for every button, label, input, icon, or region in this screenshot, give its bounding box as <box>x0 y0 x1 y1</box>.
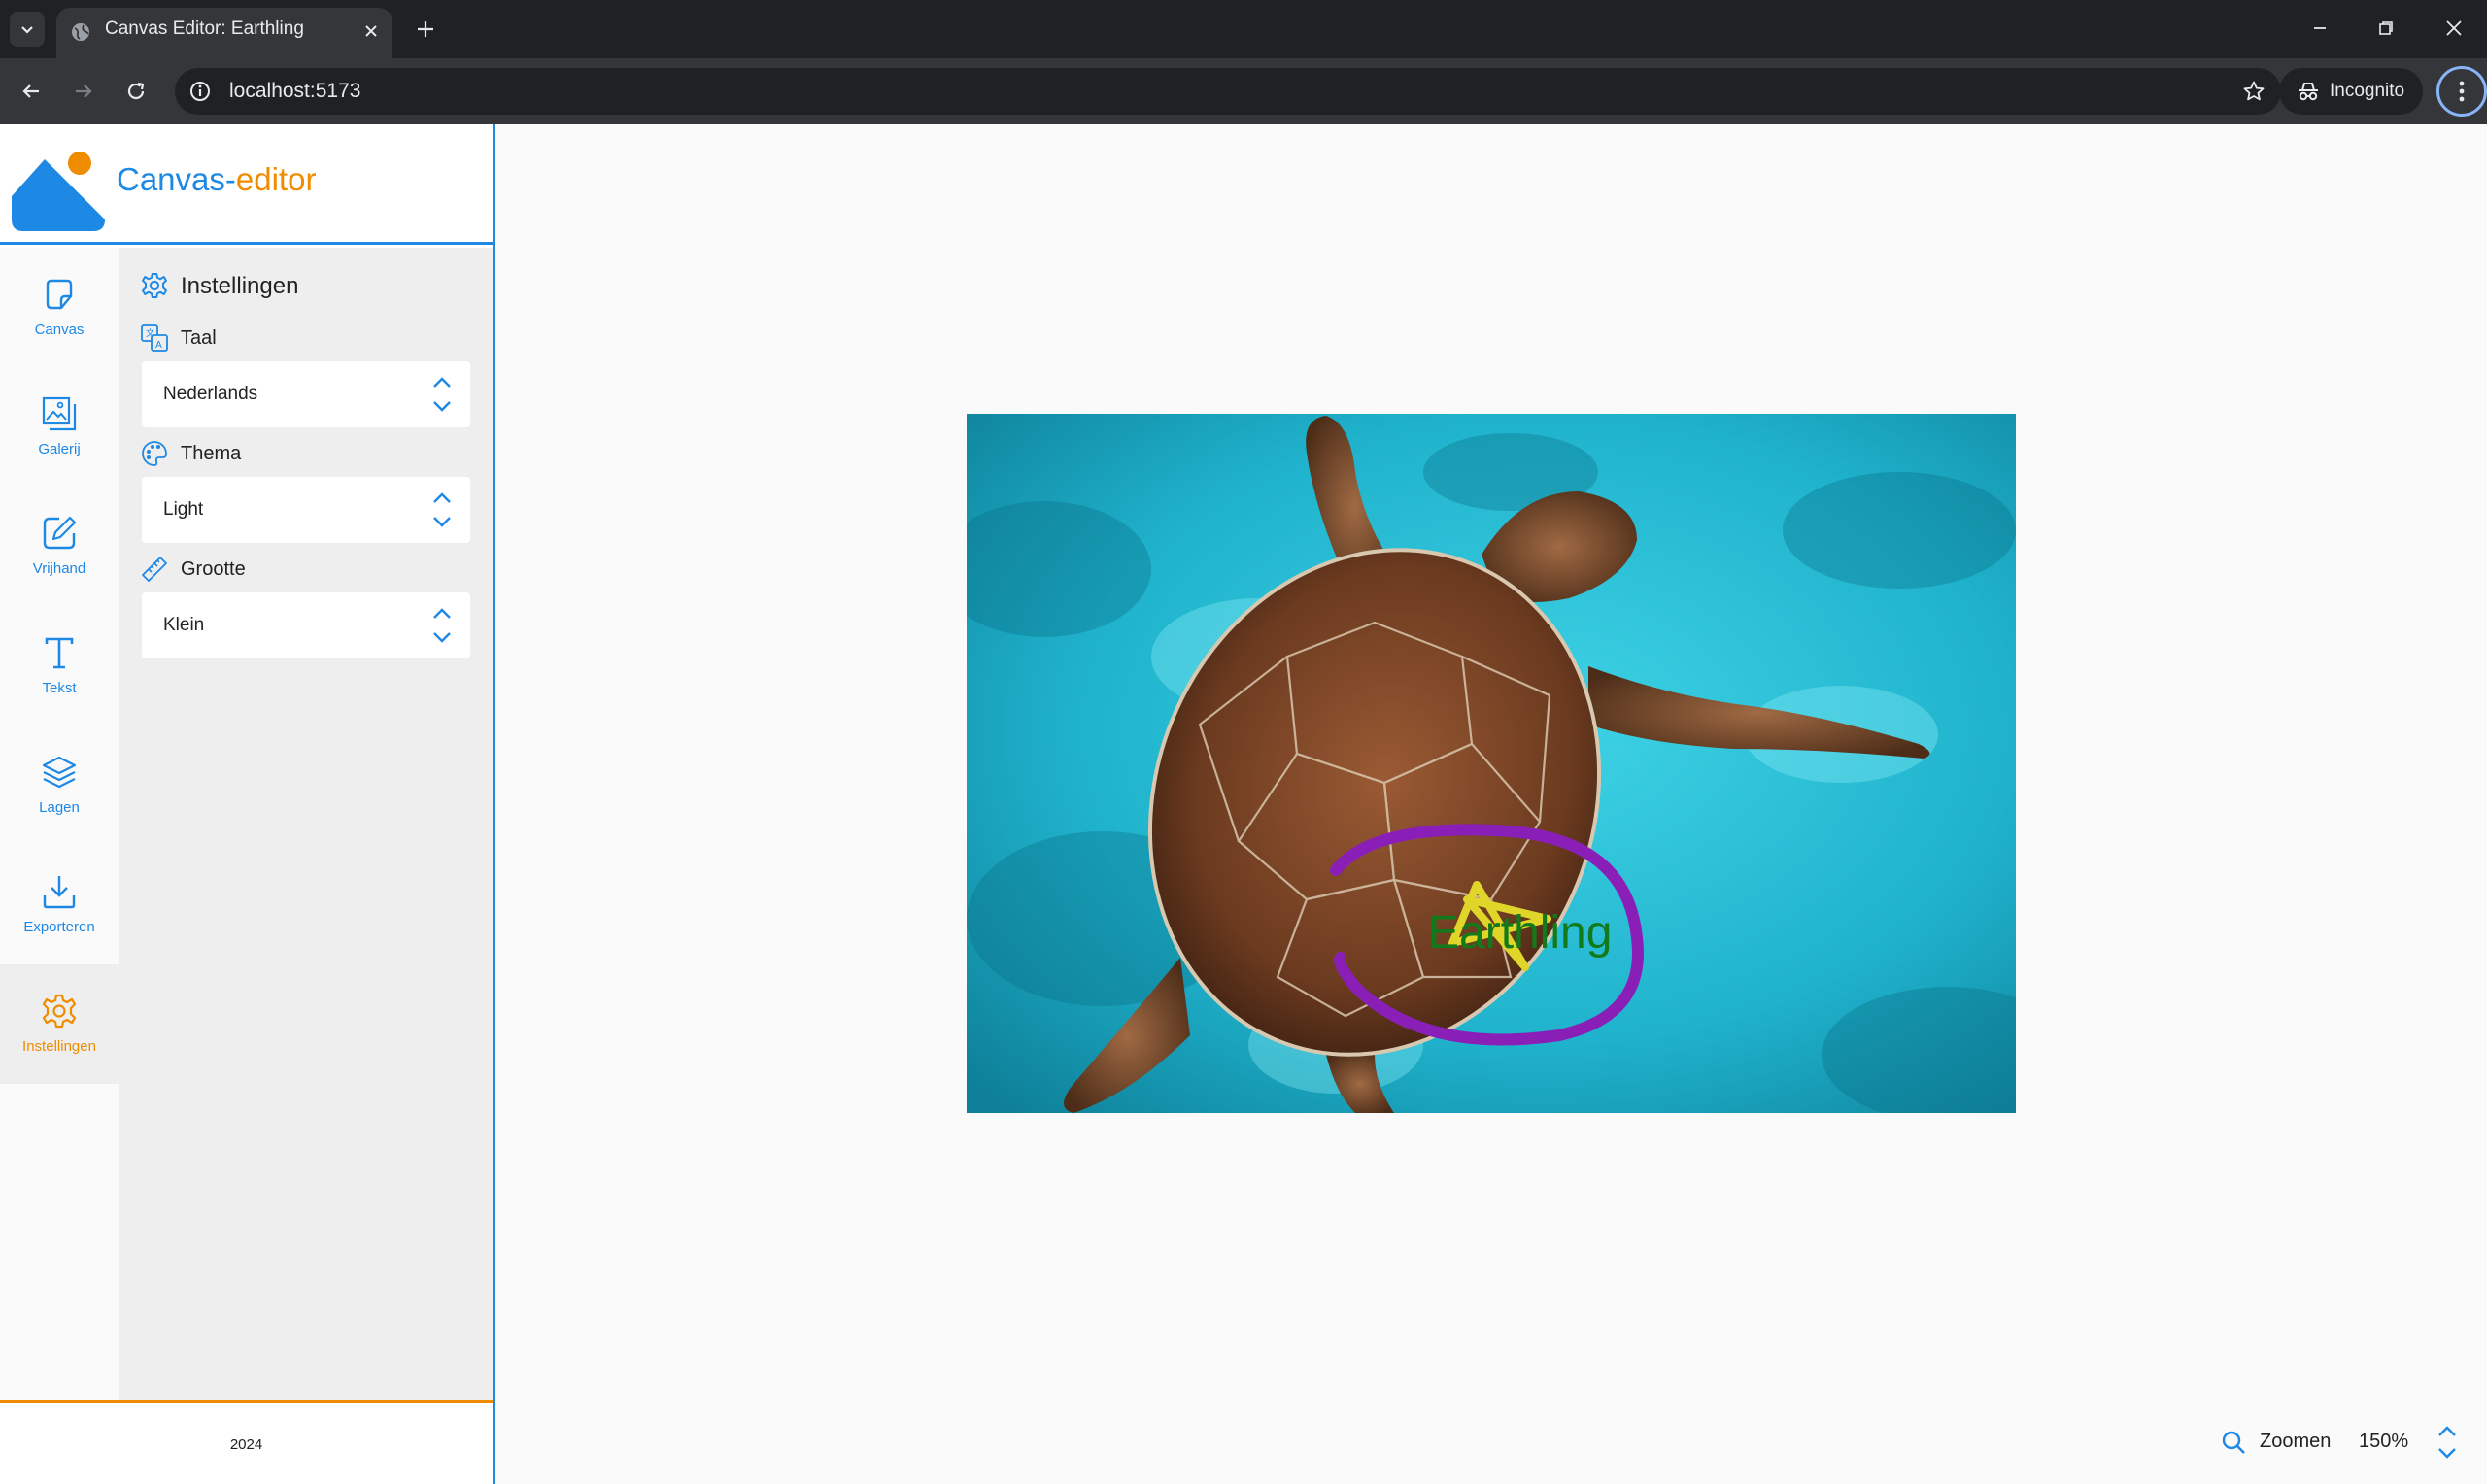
back-button[interactable] <box>14 74 49 109</box>
browser-tabstrip: Canvas Editor: Earthling <box>0 0 2487 58</box>
canvas-overlay-text: Earthling <box>1428 907 1612 959</box>
nav-item-freehand[interactable]: Vrijhand <box>0 487 119 606</box>
arrow-right-icon <box>76 84 92 98</box>
language-select[interactable]: Nederlands <box>142 361 470 427</box>
ruler-icon <box>142 556 167 582</box>
plus-icon <box>418 21 433 37</box>
unfold-icon <box>433 608 451 643</box>
chevron-down-icon <box>21 26 33 34</box>
more-vert-icon <box>2459 81 2465 102</box>
browser-tab[interactable]: Canvas Editor: Earthling <box>56 8 392 58</box>
nav-label: Exporteren <box>23 919 95 935</box>
svg-text:文: 文 <box>146 327 154 339</box>
new-tab-button[interactable] <box>408 12 443 47</box>
nav-item-settings[interactable]: Instellingen <box>0 964 119 1084</box>
nav-item-gallery[interactable]: Galerij <box>0 367 119 487</box>
zoom-label: Zoomen <box>2260 1431 2332 1452</box>
nav-label: Vrijhand <box>32 560 86 577</box>
browser-menu-button[interactable] <box>2436 66 2487 117</box>
nav-item-export[interactable]: Exporteren <box>0 845 119 964</box>
search-icon <box>2222 1431 2245 1454</box>
size-label-text: Grootte <box>181 558 246 580</box>
reload-icon <box>127 82 145 100</box>
incognito-indicator[interactable]: Incognito <box>2279 68 2423 115</box>
tab-search-button[interactable] <box>10 12 45 47</box>
unfold-icon <box>433 377 451 412</box>
bookmark-star-icon[interactable] <box>2242 80 2266 103</box>
gallery-icon <box>42 396 77 431</box>
nav-label: Instellingen <box>22 1038 96 1055</box>
footer-year: 2024 <box>229 1436 263 1453</box>
canvas-artwork[interactable]: Earthling <box>967 414 2016 1113</box>
canvas-drawing: Earthling <box>967 414 2016 1113</box>
logo-separator: - <box>224 161 236 197</box>
globe-icon <box>72 23 89 41</box>
unfold-icon <box>433 492 451 527</box>
settings-icon <box>142 273 167 298</box>
nav-label: Lagen <box>39 799 80 816</box>
nav-item-layers[interactable]: Lagen <box>0 725 119 845</box>
unfold-icon[interactable] <box>2436 1424 2458 1461</box>
size-select[interactable]: Klein <box>142 592 470 658</box>
minimize-button[interactable] <box>2293 6 2347 51</box>
logo-word-canvas: Canvas <box>117 161 225 197</box>
sidebar-footer: 2024 <box>0 1400 493 1484</box>
svg-text:A: A <box>155 340 162 351</box>
nav-rail: Canvas Galerij Vrijhand Tekst Lagen Expo… <box>0 248 119 1400</box>
canvas-icon <box>46 279 73 310</box>
settings-icon <box>42 994 77 1029</box>
close-icon <box>2446 20 2462 36</box>
theme-label-text: Thema <box>181 443 242 464</box>
settings-panel: Instellingen 文A Taal Nederlands Thema Li… <box>119 248 493 1400</box>
export-icon <box>43 876 76 909</box>
logo-mark-icon <box>12 138 105 231</box>
reload-button[interactable] <box>119 74 153 109</box>
nav-item-text[interactable]: Tekst <box>0 606 119 725</box>
translate-icon: 文A <box>141 324 168 352</box>
url-text: localhost:5173 <box>229 80 361 102</box>
close-window-button[interactable] <box>2427 6 2481 51</box>
minimize-icon <box>2314 27 2326 29</box>
tab-title: Canvas Editor: Earthling <box>105 18 304 39</box>
palette-icon <box>142 441 167 466</box>
restore-icon <box>2379 21 2393 35</box>
theme-select[interactable]: Light <box>142 477 470 543</box>
close-icon <box>365 25 377 37</box>
size-value: Klein <box>163 615 205 635</box>
forward-button[interactable] <box>66 74 101 109</box>
nav-label: Tekst <box>42 680 77 696</box>
nav-label: Galerij <box>38 441 81 457</box>
theme-value: Light <box>163 499 204 520</box>
settings-title: Instellingen <box>181 273 299 299</box>
nav-label: Canvas <box>34 321 85 338</box>
freehand-icon <box>43 516 77 550</box>
incognito-icon <box>2299 83 2318 101</box>
browser-toolbar: localhost:5173 Incognito <box>0 58 2487 124</box>
logo-text: Canvas-editor <box>117 161 316 198</box>
logo: Canvas-editor <box>0 124 493 245</box>
nav-item-canvas[interactable]: Canvas <box>0 248 119 367</box>
info-icon <box>190 82 210 101</box>
text-icon <box>45 637 74 669</box>
app-root: Canvas-editor Canvas Galerij Vrijhand Te… <box>0 124 2487 1484</box>
logo-word-editor: editor <box>235 161 317 197</box>
incognito-label: Incognito <box>2330 81 2405 101</box>
restore-button[interactable] <box>2359 6 2413 51</box>
language-value: Nederlands <box>163 384 258 404</box>
layers-icon <box>42 756 77 789</box>
tab-close-button[interactable] <box>359 19 383 43</box>
zoom-value: 150% <box>2359 1431 2409 1452</box>
sidebar: Canvas-editor Canvas Galerij Vrijhand Te… <box>0 124 495 1484</box>
address-bar[interactable]: localhost:5173 <box>175 68 2281 115</box>
language-label-text: Taal <box>181 327 217 349</box>
arrow-left-icon <box>22 84 39 98</box>
